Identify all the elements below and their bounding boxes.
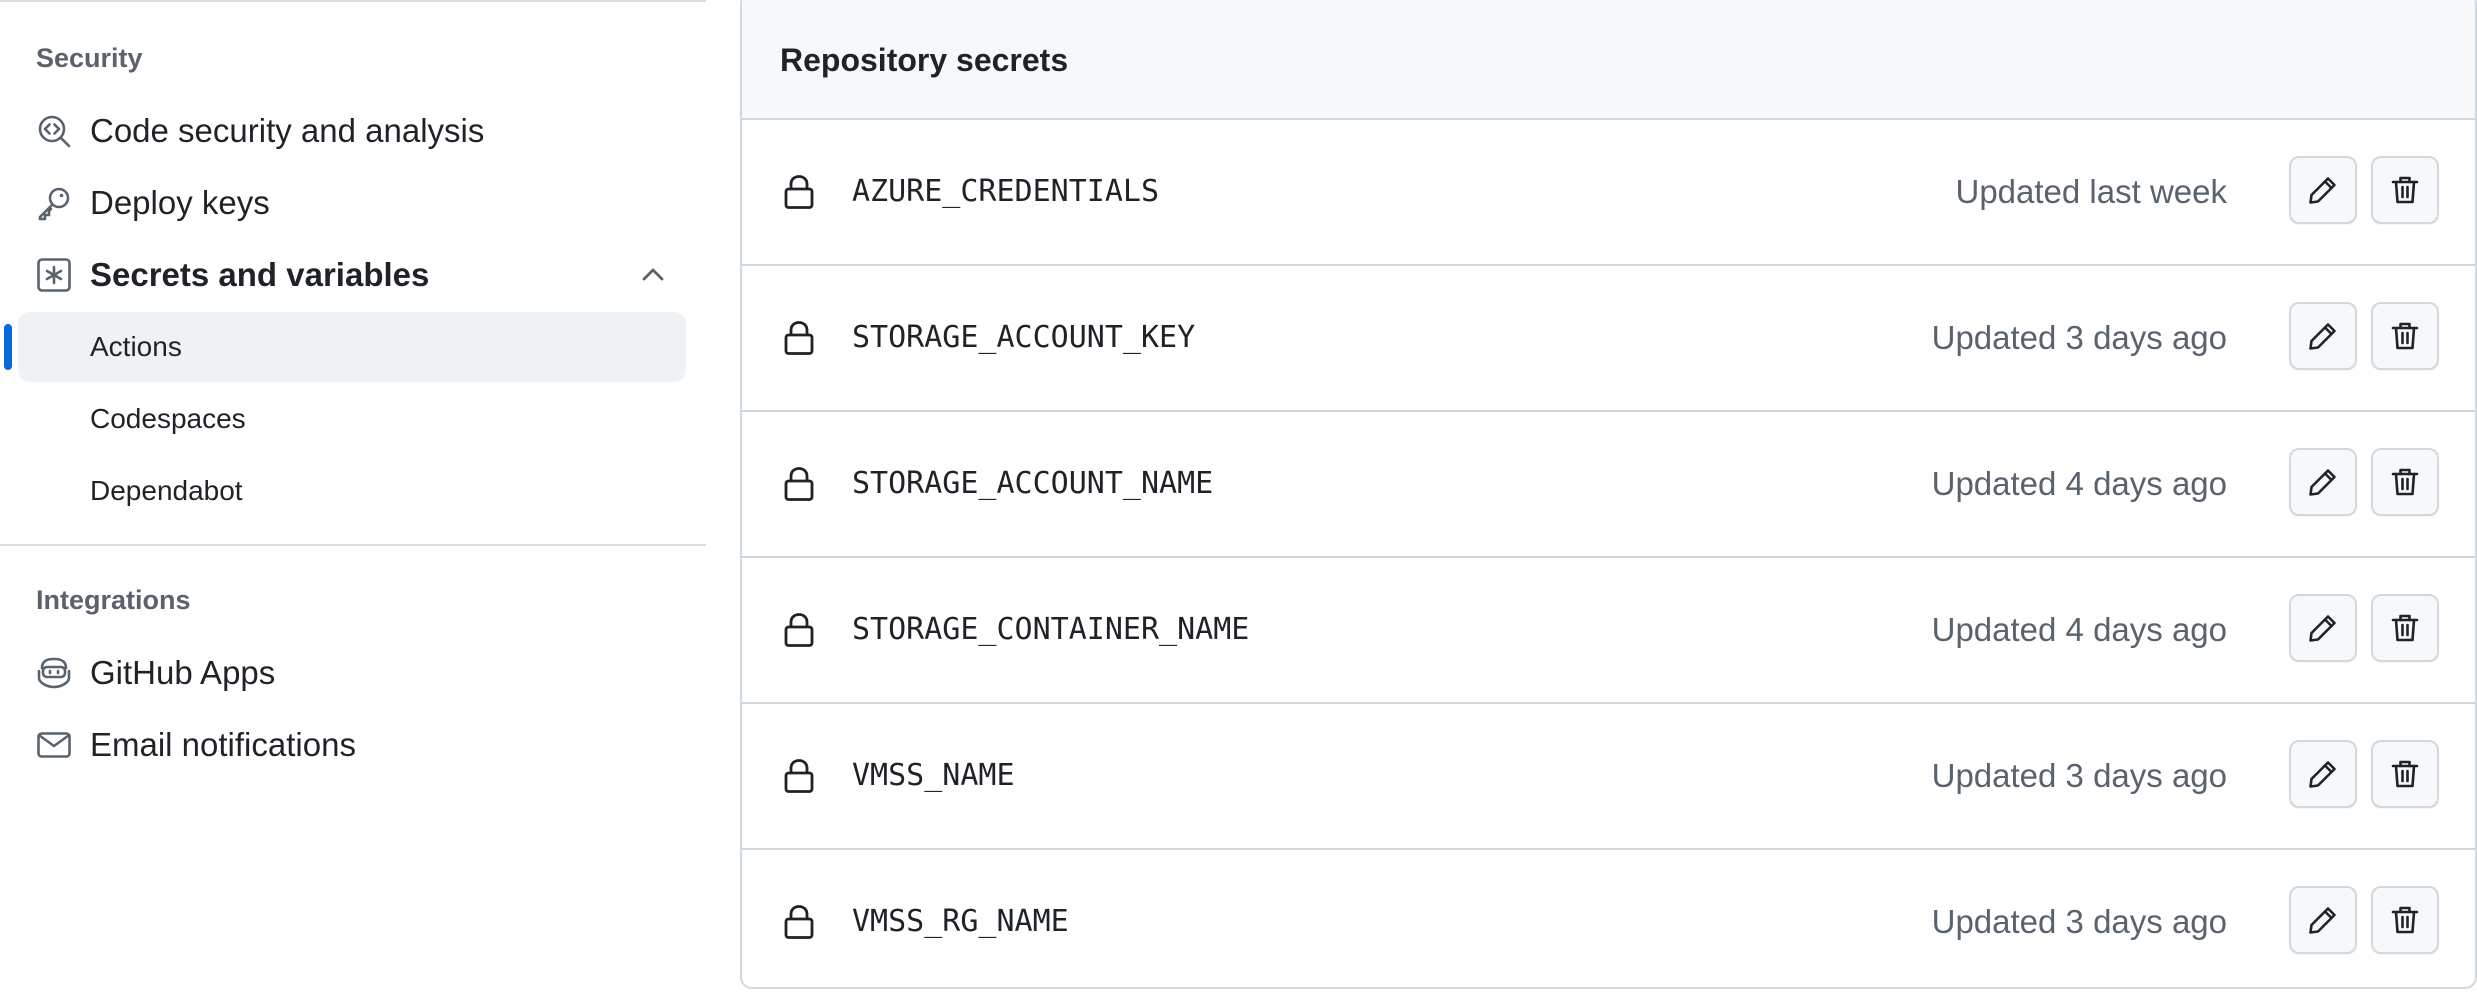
- lock-icon: [782, 174, 816, 210]
- lock-icon: [782, 758, 816, 794]
- sidebar-subitem-actions[interactable]: Actions: [4, 312, 686, 382]
- secret-updated: Updated 3 days ago: [1931, 903, 2227, 940]
- sidebar-item-deploy-keys[interactable]: Deploy keys: [18, 168, 686, 238]
- sidebar-item-label: GitHub Apps: [90, 654, 276, 691]
- pencil-icon: [2307, 904, 2339, 936]
- sidebar-item-code-security[interactable]: Code security and analysis: [18, 96, 686, 166]
- sidebar-top-divider: [0, 0, 706, 2]
- pencil-icon: [2307, 612, 2339, 644]
- secret-updated: Updated 3 days ago: [1931, 319, 2227, 356]
- sidebar-item-label: Deploy keys: [90, 184, 270, 221]
- delete-secret-button[interactable]: [2371, 886, 2439, 954]
- trash-icon: [2389, 758, 2421, 790]
- section-title: Repository secrets: [780, 42, 1069, 78]
- edit-secret-button[interactable]: [2289, 302, 2357, 370]
- sidebar-divider: [0, 544, 706, 546]
- sidebar-heading-integrations: Integrations: [36, 585, 191, 615]
- pencil-icon: [2307, 758, 2339, 790]
- secret-updated: Updated last week: [1955, 173, 2228, 210]
- delete-secret-button[interactable]: [2371, 594, 2439, 662]
- key-icon: [36, 185, 72, 221]
- lock-icon: [782, 466, 816, 502]
- sidebar-heading-security: Security: [36, 43, 143, 73]
- trash-icon: [2389, 174, 2421, 206]
- secret-row: VMSS_NAME Updated 3 days ago: [742, 704, 2475, 850]
- box-header: Repository secrets: [742, 0, 2475, 120]
- codescan-icon: [36, 113, 72, 149]
- lock-icon: [782, 320, 816, 356]
- asterisk-box-icon: [36, 257, 72, 293]
- sidebar-item-email-notifications[interactable]: Email notifications: [18, 710, 686, 780]
- trash-icon: [2389, 612, 2421, 644]
- lock-icon: [782, 904, 816, 940]
- secret-name: VMSS_NAME: [852, 758, 1015, 793]
- edit-secret-button[interactable]: [2289, 886, 2357, 954]
- secret-name: VMSS_RG_NAME: [852, 904, 1069, 939]
- trash-icon: [2389, 320, 2421, 352]
- lock-icon: [782, 612, 816, 648]
- pencil-icon: [2307, 174, 2339, 206]
- trash-icon: [2389, 904, 2421, 936]
- sidebar-item-label: Secrets and variables: [90, 256, 430, 293]
- secret-row: STORAGE_ACCOUNT_KEY Updated 3 days ago: [742, 266, 2475, 412]
- secret-updated: Updated 4 days ago: [1931, 611, 2227, 648]
- secret-updated: Updated 4 days ago: [1931, 465, 2227, 502]
- trash-icon: [2389, 466, 2421, 498]
- copilot-app-icon: [36, 655, 72, 691]
- secret-name: STORAGE_ACCOUNT_KEY: [852, 320, 1196, 355]
- edit-secret-button[interactable]: [2289, 156, 2357, 224]
- secret-name: STORAGE_CONTAINER_NAME: [852, 612, 1250, 647]
- delete-secret-button[interactable]: [2371, 156, 2439, 224]
- sidebar-item-secrets-and-variables[interactable]: Secrets and variables: [18, 240, 686, 310]
- delete-secret-button[interactable]: [2371, 302, 2439, 370]
- pencil-icon: [2307, 466, 2339, 498]
- secret-name: STORAGE_ACCOUNT_NAME: [852, 466, 1214, 501]
- sidebar-item-label: Code security and analysis: [90, 112, 485, 149]
- chevron-up-icon[interactable]: [640, 262, 666, 288]
- sidebar-subitem-label: Dependabot: [90, 475, 243, 506]
- sidebar-subitem-label: Actions: [90, 331, 182, 362]
- sidebar-item-github-apps[interactable]: GitHub Apps: [18, 638, 686, 708]
- secret-row: STORAGE_ACCOUNT_NAME Updated 4 days ago: [742, 412, 2475, 558]
- edit-secret-button[interactable]: [2289, 448, 2357, 516]
- mail-icon: [36, 727, 72, 763]
- delete-secret-button[interactable]: [2371, 448, 2439, 516]
- secret-row: STORAGE_CONTAINER_NAME Updated 4 days ag…: [742, 558, 2475, 704]
- sidebar-subitem-label: Codespaces: [90, 403, 246, 434]
- delete-secret-button[interactable]: [2371, 740, 2439, 808]
- edit-secret-button[interactable]: [2289, 740, 2357, 808]
- edit-secret-button[interactable]: [2289, 594, 2357, 662]
- repository-secrets-box: Repository secrets AZURE_CREDENTIALS Upd…: [740, 0, 2477, 989]
- active-indicator: [4, 324, 12, 370]
- secret-row: AZURE_CREDENTIALS Updated last week: [742, 120, 2475, 266]
- settings-sidebar: Security Code security and analysis Depl…: [0, 0, 706, 1008]
- pencil-icon: [2307, 320, 2339, 352]
- sidebar-subitem-dependabot[interactable]: Dependabot: [18, 456, 686, 526]
- sidebar-item-label: Email notifications: [90, 726, 356, 763]
- sidebar-subitem-codespaces[interactable]: Codespaces: [18, 384, 686, 454]
- secret-name: AZURE_CREDENTIALS: [852, 174, 1160, 209]
- secret-row: VMSS_RG_NAME Updated 3 days ago: [742, 850, 2475, 987]
- secret-updated: Updated 3 days ago: [1931, 757, 2227, 794]
